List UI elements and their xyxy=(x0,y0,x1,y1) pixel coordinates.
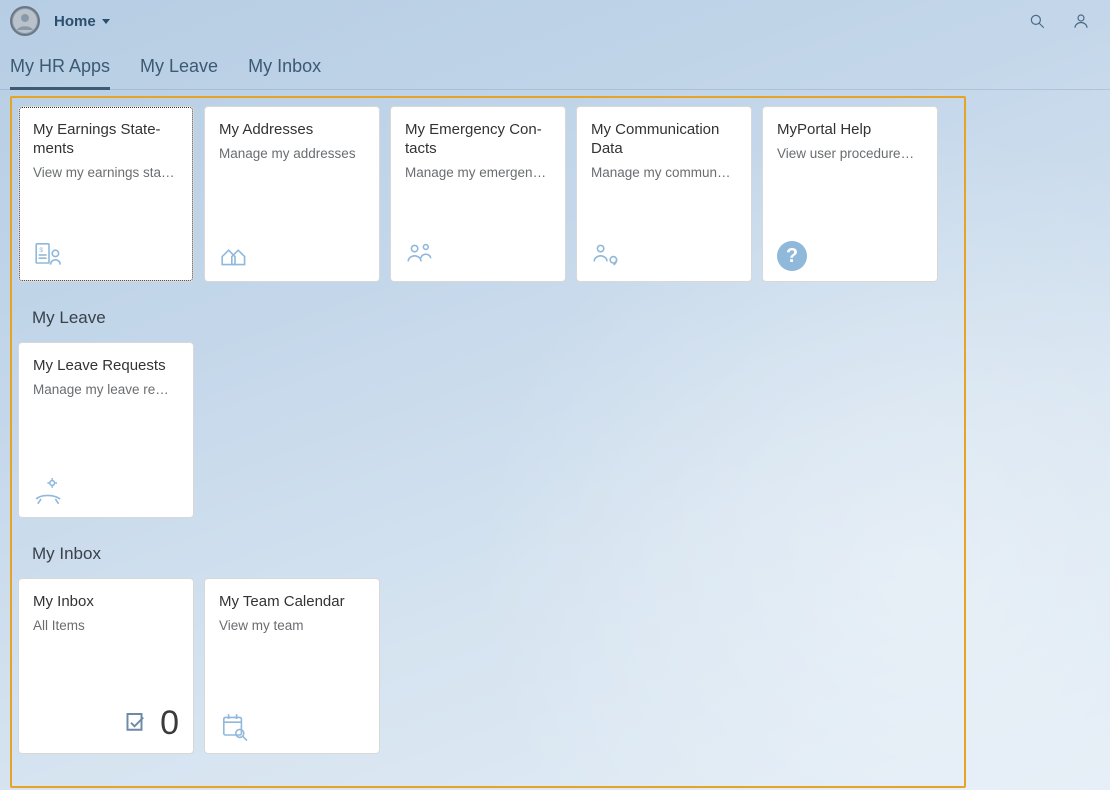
app-logo xyxy=(10,6,40,36)
chevron-down-icon xyxy=(102,19,110,24)
group-title-inbox: My Inbox xyxy=(32,544,956,564)
home-label: Home xyxy=(54,13,96,30)
calendar-search-icon xyxy=(219,711,365,743)
tile-subtitle: Manage my leave re… xyxy=(33,382,179,397)
people-icon xyxy=(405,239,551,271)
check-approve-icon xyxy=(124,707,152,740)
tile-team-calendar[interactable]: My Team Calendar View my team xyxy=(204,578,380,754)
tile-subtitle: View my team xyxy=(219,618,365,633)
tile-myportal-help[interactable]: MyPortal Help View user procedure… ? xyxy=(762,106,938,282)
tile-subtitle: Manage my commun… xyxy=(591,165,737,180)
tile-title: MyPortal Help xyxy=(777,121,923,140)
home-dropdown[interactable]: Home xyxy=(54,13,110,30)
shell-header: Home xyxy=(0,0,1110,42)
tab-my-inbox[interactable]: My Inbox xyxy=(248,46,321,89)
tile-title: My Earnings State-ments xyxy=(33,121,179,159)
tile-leave-requests[interactable]: My Leave Requests Manage my leave re… xyxy=(18,342,194,518)
tile-my-inbox[interactable]: My Inbox All Items 0 xyxy=(18,578,194,754)
tab-my-hr-apps[interactable]: My HR Apps xyxy=(10,46,110,89)
tile-earnings-statements[interactable]: My Earnings State-ments View my earnings… xyxy=(18,106,194,282)
user-icon[interactable] xyxy=(1072,12,1090,30)
search-icon[interactable] xyxy=(1028,12,1046,30)
person-at-icon xyxy=(591,239,737,271)
inbox-count: 0 xyxy=(160,704,179,743)
highlighted-tile-groups: My Earnings State-ments View my earnings… xyxy=(10,96,966,788)
tile-title: My Addresses xyxy=(219,121,365,140)
sun-lounger-icon xyxy=(33,475,179,507)
tile-subtitle: All Items xyxy=(33,618,179,633)
tile-title: My Emergency Con-tacts xyxy=(405,121,551,159)
houses-icon xyxy=(219,239,365,271)
svg-text:$: $ xyxy=(39,247,43,254)
tile-communication-data[interactable]: My Communication Data Manage my commun… xyxy=(576,106,752,282)
tile-title: My Inbox xyxy=(33,593,179,612)
group-title-leave: My Leave xyxy=(32,308,956,328)
tile-subtitle: Manage my emergen… xyxy=(405,165,551,180)
tab-my-leave[interactable]: My Leave xyxy=(140,46,218,89)
tile-title: My Team Calendar xyxy=(219,593,365,612)
tile-subtitle: View my earnings sta… xyxy=(33,165,179,180)
receipt-user-icon: $ xyxy=(33,239,179,271)
tile-emergency-contacts[interactable]: My Emergency Con-tacts Manage my emergen… xyxy=(390,106,566,282)
help-icon: ? xyxy=(777,241,923,271)
tile-title: My Leave Requests xyxy=(33,357,179,376)
tile-subtitle: Manage my addresses xyxy=(219,146,365,161)
tab-bar: My HR Apps My Leave My Inbox xyxy=(0,42,1110,90)
tile-subtitle: View user procedure… xyxy=(777,146,923,161)
tile-title: My Communication Data xyxy=(591,121,737,159)
tile-addresses[interactable]: My Addresses Manage my addresses xyxy=(204,106,380,282)
